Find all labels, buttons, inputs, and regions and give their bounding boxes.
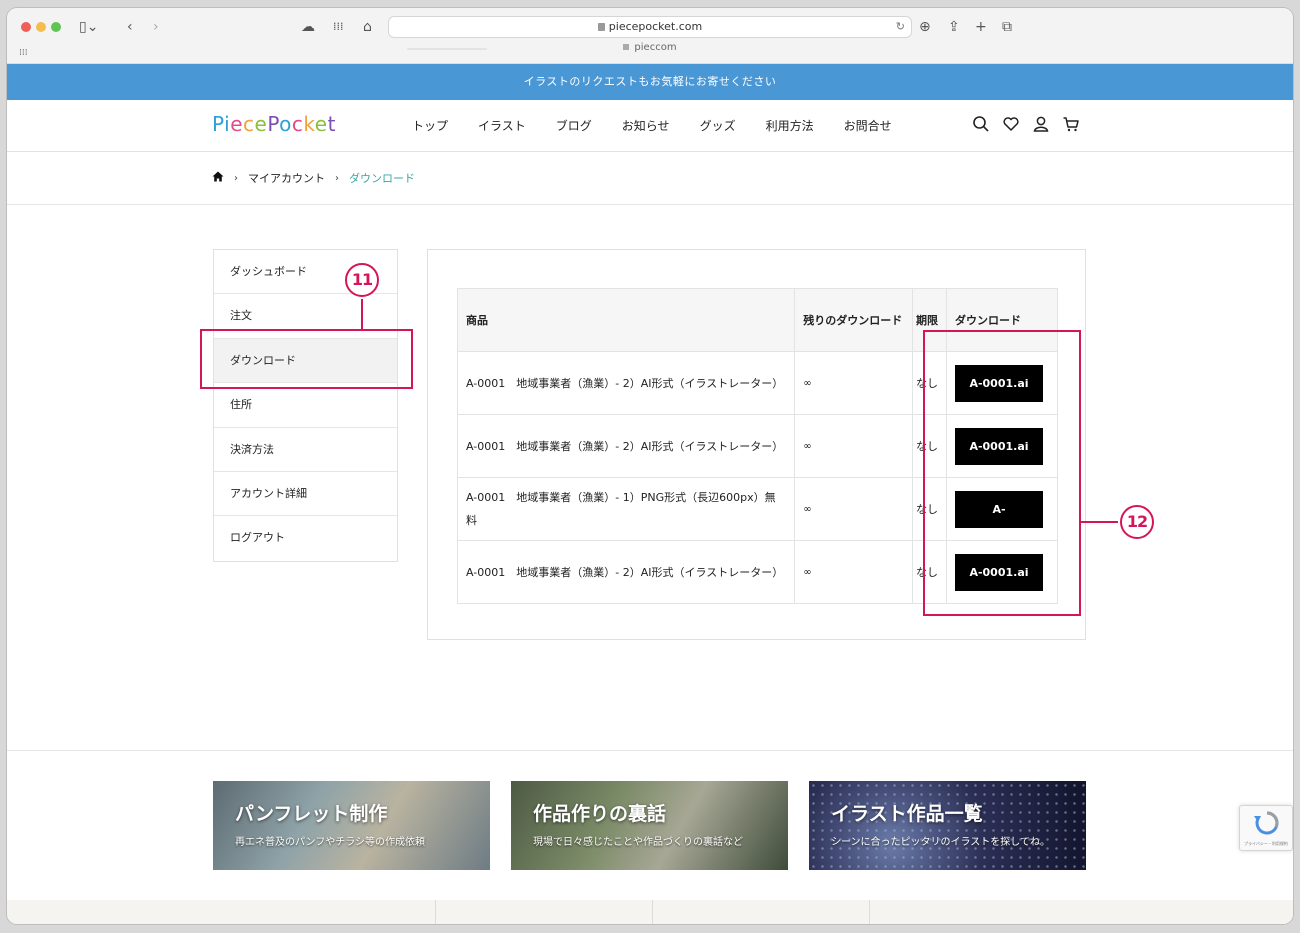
nav-goods[interactable]: グッズ xyxy=(700,117,736,134)
logo-letter: P xyxy=(267,112,280,136)
breadcrumb: › マイアカウント › ダウンロード xyxy=(212,170,415,186)
account-sidebar: ダッシュボード 注文 ダウンロード 住所 決済方法 アカウント詳細 ログアウト xyxy=(213,249,398,562)
sidebar-item-logout[interactable]: ログアウト xyxy=(214,516,397,560)
recaptcha-icon xyxy=(1254,811,1279,835)
annotation-line xyxy=(1081,521,1118,523)
url-text: piecepocket.com xyxy=(608,20,703,33)
nav-news[interactable]: お知らせ xyxy=(622,117,670,134)
product-cell[interactable]: A-0001 地域事業者（漁業）- 1）PNG形式（長辺600px）無料 xyxy=(456,477,796,541)
annotation-box-12 xyxy=(923,330,1081,616)
download-icon[interactable]: ⊕ xyxy=(919,18,931,36)
annotation-number-11: 11 xyxy=(345,263,379,297)
recaptcha-badge[interactable]: プライバシー・利用規約 xyxy=(1239,805,1293,851)
announcement-bar: イラストのリクエストもお気軽にお寄せください xyxy=(7,64,1293,100)
browser-window: ▯⌄ ‹ › ☁ ⁞⁞⁞ ⌂ piecepocket.com ↻ ⊕ ⇪ + ⧉… xyxy=(7,8,1293,924)
back-icon[interactable]: ‹ xyxy=(127,18,133,36)
header-icons xyxy=(971,114,1081,134)
sidebar-item-account-details[interactable]: アカウント詳細 xyxy=(214,472,397,517)
banner-subtitle: 現場で日々感じたことや作品づくりの裏話など xyxy=(533,837,743,848)
tabs-overview-icon[interactable]: ⧉ xyxy=(1002,18,1012,36)
logo-letter: e xyxy=(314,112,328,136)
logo-letter: e xyxy=(254,112,268,136)
home-icon[interactable] xyxy=(212,171,224,185)
main-nav: トップ イラスト ブログ お知らせ グッズ 利用方法 お問合せ xyxy=(412,117,922,134)
tab-title[interactable]: pieccom xyxy=(7,42,1293,53)
banner-illust-list[interactable]: イラスト作品一覧 シーンに合ったピッタリのイラストを探してね。 xyxy=(809,781,1086,870)
annotation-box-11 xyxy=(200,329,413,389)
divider xyxy=(7,750,1293,751)
favicon-icon xyxy=(623,44,630,50)
recaptcha-text: プライバシー・利用規約 xyxy=(1244,841,1288,846)
nav-usage[interactable]: 利用方法 xyxy=(766,117,814,134)
icloud-icon[interactable]: ☁ xyxy=(301,18,315,36)
chevron-right-icon: › xyxy=(335,172,339,184)
remaining-cell: ∞ xyxy=(794,477,914,541)
site-header: PiecePocket トップ イラスト ブログ お知らせ グッズ 利用方法 お… xyxy=(7,100,1293,152)
divider xyxy=(869,900,870,924)
share-icon[interactable]: ⇪ xyxy=(948,18,960,36)
address-bar[interactable]: piecepocket.com ↻ xyxy=(388,16,912,38)
logo-letter: c xyxy=(243,112,255,136)
annotation-number-12: 12 xyxy=(1120,505,1154,539)
breadcrumb-my-account[interactable]: マイアカウント xyxy=(248,170,325,186)
annotation-line xyxy=(361,299,363,330)
remaining-cell: ∞ xyxy=(794,540,914,604)
footer-strip xyxy=(7,900,1293,924)
logo-letter: o xyxy=(279,112,292,136)
banner-pamphlet[interactable]: パンフレット制作 再エネ普及のパンフやチラシ等の作成依頼 xyxy=(213,781,490,870)
product-cell[interactable]: A-0001 地域事業者（漁業）- 2）AI形式（イラストレーター） xyxy=(456,540,796,604)
banner-title: パンフレット制作 xyxy=(235,803,388,825)
breadcrumb-current: ダウンロード xyxy=(349,172,415,185)
header-product: 商品 xyxy=(456,288,796,352)
tab-title-text: pieccom xyxy=(634,42,677,53)
sidebar-item-payment-methods[interactable]: 決済方法 xyxy=(214,428,397,472)
banner-subtitle: 再エネ普及のパンフやチラシ等の作成依頼 xyxy=(235,837,425,848)
logo-letter: t xyxy=(327,112,336,136)
user-icon[interactable] xyxy=(1031,114,1051,134)
lock-icon xyxy=(597,23,605,31)
chevron-right-icon: › xyxy=(234,172,238,184)
sidebar-item-addresses[interactable]: 住所 xyxy=(214,383,397,428)
site-logo[interactable]: PiecePocket xyxy=(212,112,336,136)
product-cell[interactable]: A-0001 地域事業者（漁業）- 2）AI形式（イラストレーター） xyxy=(456,351,796,415)
banner-subtitle: シーンに合ったピッタリのイラストを探してね。 xyxy=(831,837,1050,848)
minimize-window-button[interactable] xyxy=(36,22,46,32)
logo-letter: P xyxy=(212,112,225,136)
reload-icon[interactable]: ↻ xyxy=(896,17,905,37)
browser-toolbar: ▯⌄ ‹ › ☁ ⁞⁞⁞ ⌂ piecepocket.com ↻ ⊕ ⇪ + ⧉… xyxy=(7,8,1293,64)
sidebar-toggle-icon[interactable]: ▯⌄ xyxy=(79,18,98,36)
remaining-cell: ∞ xyxy=(794,414,914,478)
divider xyxy=(652,900,653,924)
heart-icon[interactable] xyxy=(1001,114,1021,134)
nav-contact[interactable]: お問合せ xyxy=(844,117,892,134)
product-cell[interactable]: A-0001 地域事業者（漁業）- 2）AI形式（イラストレーター） xyxy=(456,414,796,478)
new-tab-icon[interactable]: + xyxy=(975,18,987,36)
nav-illust[interactable]: イラスト xyxy=(478,117,526,134)
home-icon[interactable]: ⌂ xyxy=(363,18,372,36)
maximize-window-button[interactable] xyxy=(51,22,61,32)
logo-letter: e xyxy=(230,112,243,136)
nav-top[interactable]: トップ xyxy=(412,117,448,134)
divider xyxy=(7,204,1293,205)
cart-icon[interactable] xyxy=(1061,114,1081,134)
banner-behind-the-scenes[interactable]: 作品作りの裏話 現場で日々感じたことや作品づくりの裏話など xyxy=(511,781,788,870)
nav-blog[interactable]: ブログ xyxy=(556,117,592,134)
search-icon[interactable] xyxy=(971,114,991,134)
logo-letter: k xyxy=(303,112,315,136)
banner-title: イラスト作品一覧 xyxy=(831,803,983,825)
grid-icon[interactable]: ⁞⁞⁞ xyxy=(333,18,344,36)
header-remaining: 残りのダウンロード xyxy=(794,288,914,352)
divider xyxy=(435,900,436,924)
logo-letter: c xyxy=(291,112,304,136)
forward-icon[interactable]: › xyxy=(153,18,159,36)
remaining-cell: ∞ xyxy=(794,351,914,415)
close-window-button[interactable] xyxy=(21,22,31,32)
banner-title: 作品作りの裏話 xyxy=(533,803,667,825)
